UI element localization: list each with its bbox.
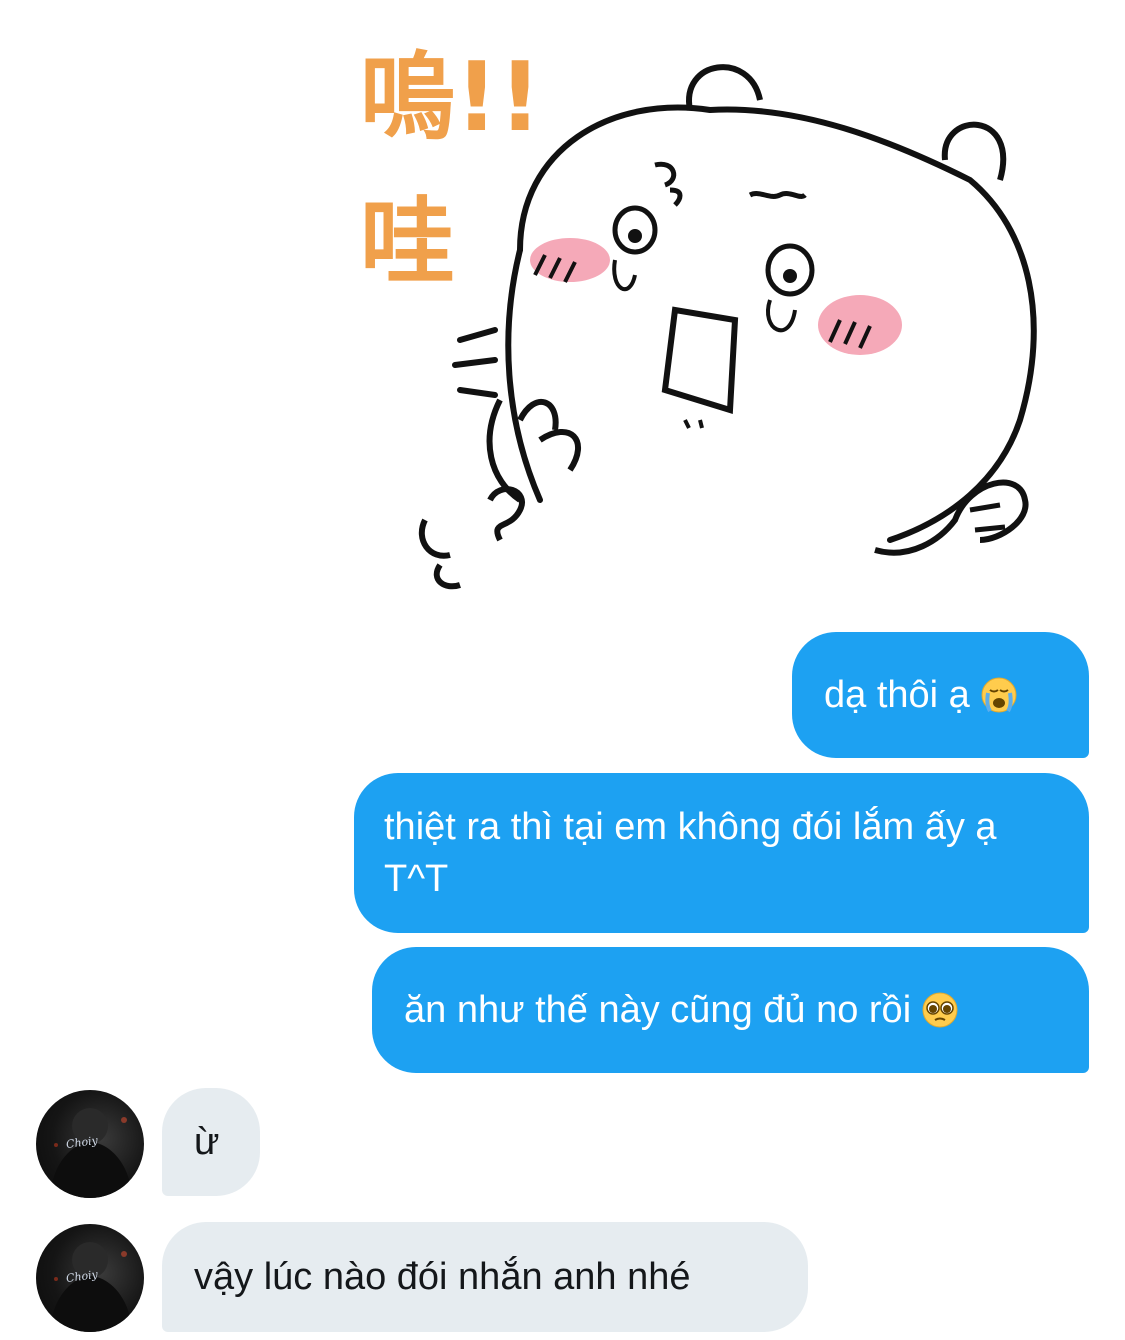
sticker-caption-top: 嗚!!: [360, 43, 542, 153]
outgoing-message-bubble[interactable]: dạ thôi ạ: [792, 632, 1089, 758]
crying-hamster-sticker: 嗚!! 哇: [360, 43, 1037, 590]
message-text: vậy lúc nào đói nhắn anh nhé: [194, 1256, 691, 1298]
incoming-message-bubble[interactable]: vậy lúc nào đói nhắn anh nhé: [162, 1222, 808, 1332]
message-text: thiệt ra thì tại em không đói lắm ấy ạ T…: [384, 806, 997, 900]
pleading-face-icon: [921, 991, 959, 1029]
incoming-message-bubble[interactable]: ừ: [162, 1088, 260, 1196]
avatar[interactable]: Choiy: [36, 1224, 144, 1332]
sticker-caption-bottom: 哇: [360, 188, 455, 298]
avatar[interactable]: Choiy: [36, 1090, 144, 1198]
message-text: dạ thôi ạ: [824, 674, 970, 716]
sticker-image[interactable]: 嗚!! 哇: [330, 0, 1050, 600]
outgoing-message-bubble[interactable]: thiệt ra thì tại em không đói lắm ấy ạ T…: [354, 773, 1089, 933]
outgoing-message-bubble[interactable]: ăn như thế này cũng đủ no rồi: [372, 947, 1089, 1073]
message-text: ăn như thế này cũng đủ no rồi: [404, 989, 912, 1031]
message-text: ừ: [194, 1121, 220, 1163]
crying-face-icon: [980, 676, 1018, 714]
